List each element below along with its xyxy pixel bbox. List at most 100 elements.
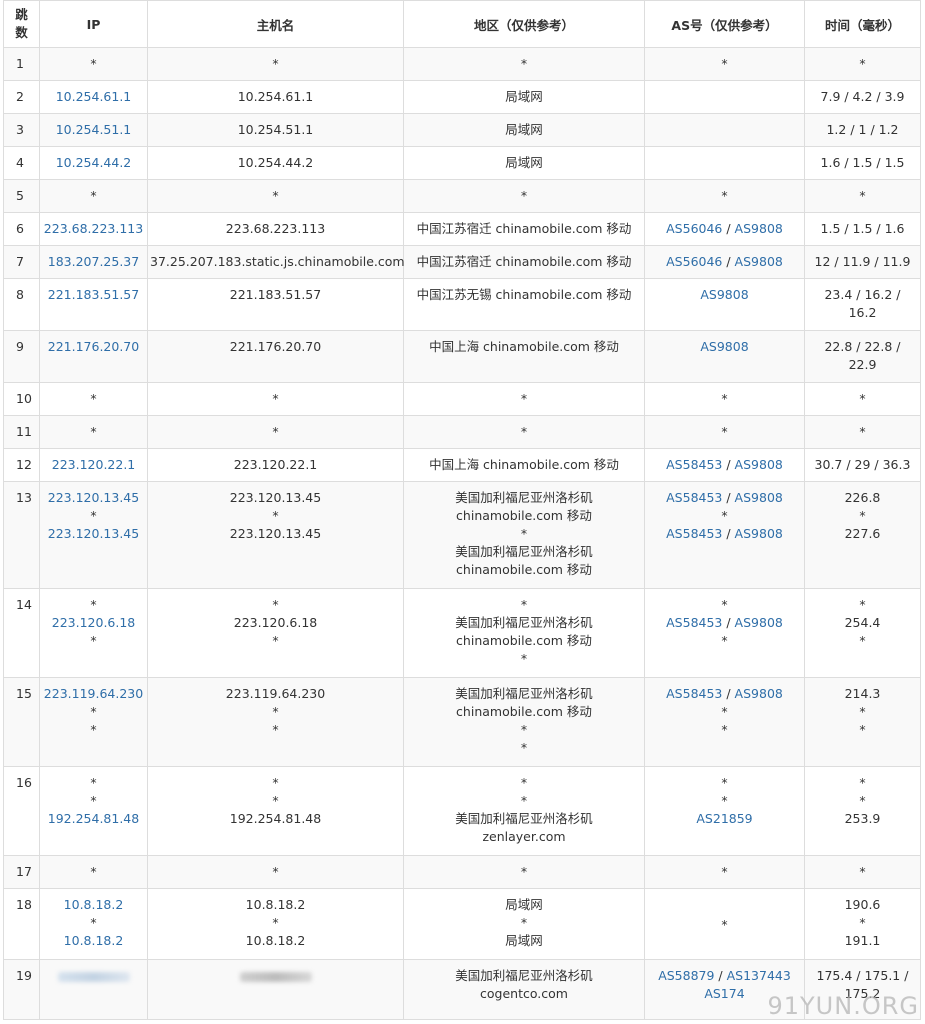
asn-link[interactable]: AS58453 (666, 615, 722, 630)
asn-link[interactable]: AS9808 (735, 526, 783, 541)
ip-star: * (90, 391, 97, 406)
hostname-line: 10.254.61.1 (150, 88, 401, 106)
table-row: 13 223.120.13.45 * 223.120.13.45 223.120.13.… (3, 481, 921, 589)
hop-number: 18 (16, 897, 32, 912)
hostname-text: * (272, 864, 279, 879)
asn-link[interactable]: AS9808 (700, 339, 748, 354)
ip-line: 221.176.20.70 (42, 338, 145, 356)
ip-star: * (90, 56, 97, 71)
asn-link[interactable]: AS58453 (666, 457, 722, 472)
hostname-text: 223.119.64.230 (225, 686, 326, 701)
asn-link[interactable]: AS56046 (666, 254, 722, 269)
ip-link[interactable]: 10.254.51.1 (56, 122, 132, 137)
ip-cell: 10.254.44.2 (39, 146, 148, 180)
region-text: 中国上海 chinamobile.com 移动 (429, 339, 619, 354)
asn-link[interactable]: AS9808 (735, 221, 783, 236)
ip-link[interactable]: 10.254.44.2 (56, 155, 132, 170)
time-text: * (859, 775, 866, 790)
asn-link[interactable]: AS9808 (700, 287, 748, 302)
ip-link[interactable]: 223.120.13.45 (48, 490, 139, 505)
ip-link[interactable]: 192.254.81.48 (48, 811, 139, 826)
region-cell: 中国上海 chinamobile.com 移动 (403, 330, 645, 383)
region-text: * (520, 740, 528, 755)
asn-line: AS58453 / AS9808 (647, 525, 802, 543)
time-text: 23.4 / 16.2 / (824, 287, 901, 302)
hostname-text: 10.254.61.1 (237, 89, 314, 104)
hop-number: 16 (16, 775, 32, 790)
ip-link[interactable]: 221.176.20.70 (48, 339, 139, 354)
asn-link[interactable]: AS58453 (666, 490, 722, 505)
ip-link[interactable]: 10.8.18.2 (64, 933, 124, 948)
time-text: 12 / 11.9 / 11.9 (814, 254, 911, 269)
traceroute-table: 跳数 IP 主机名 地区（仅供参考） AS号（仅供参考） 时间（毫秒） 1 * * *… (3, 0, 921, 1020)
region-cell: 中国江苏无锡 chinamobile.com 移动 (403, 278, 645, 331)
asn-line: AS9808 (647, 338, 802, 356)
ip-link[interactable]: 223.120.6.18 (52, 615, 136, 630)
hostname-text: * (272, 915, 279, 930)
ip-link[interactable]: 223.119.64.230 (44, 686, 143, 701)
hostname-line: * (150, 596, 401, 614)
ip-cell: * (39, 855, 148, 889)
asn-link[interactable]: AS137443 (727, 968, 791, 983)
ip-link[interactable]: 10.254.61.1 (56, 89, 132, 104)
asn-link[interactable]: AS9808 (735, 615, 783, 630)
hostname-line: 10.254.51.1 (150, 121, 401, 139)
ip-line: 183.207.25.37 (42, 253, 145, 271)
region-line: * (406, 390, 642, 408)
hop-number: 19 (16, 968, 32, 983)
ip-link[interactable]: 223.120.13.45 (48, 526, 139, 541)
hop-number: 2 (16, 89, 24, 104)
ip-link[interactable]: 223.120.22.1 (52, 457, 136, 472)
region-text: 美国加利福尼亚州洛杉矶 (455, 968, 593, 983)
asn-link[interactable]: AS58879 (658, 968, 714, 983)
hostname-line: * (150, 721, 401, 739)
hostname-text: * (272, 56, 279, 71)
asn-link[interactable]: AS9808 (735, 254, 783, 269)
asn-cell: * (644, 47, 805, 81)
ip-line: * (42, 632, 145, 650)
hostname-line: * (150, 792, 401, 810)
asn-link[interactable]: AS9808 (735, 490, 783, 505)
region-cell: 局域网 (403, 80, 645, 114)
ip-star: * (90, 424, 97, 439)
region-cell: * (403, 179, 645, 213)
ip-link[interactable]: 221.183.51.57 (48, 287, 139, 302)
asn-link[interactable]: AS9808 (735, 686, 783, 701)
time-text: * (859, 704, 866, 719)
asn-link[interactable]: AS9808 (735, 457, 783, 472)
hop-number: 15 (16, 686, 32, 701)
region-line: 局域网 (406, 88, 642, 106)
ip-cell: 221.176.20.70 (39, 330, 148, 383)
asn-line: * (647, 721, 802, 739)
hostname-cell: 10.254.44.2 (147, 146, 404, 180)
hostname-cell: 223.119.64.230 * * (147, 677, 404, 767)
asn-link[interactable]: AS58453 (666, 686, 722, 701)
time-line: 227.6 (807, 525, 918, 543)
ip-link[interactable]: 183.207.25.37 (48, 254, 139, 269)
hop-cell: 7 (3, 245, 40, 279)
asn-star: * (721, 916, 728, 932)
region-line: 中国江苏无锡 chinamobile.com 移动 (406, 286, 642, 304)
region-line: 美国加利福尼亚州洛杉矶 (406, 810, 642, 828)
time-text: 175.4 / 175.1 / (816, 968, 909, 983)
asn-link[interactable]: AS56046 (666, 221, 722, 236)
hostname-text: 223.120.13.45 (229, 526, 322, 541)
ip-link[interactable]: 10.8.18.2 (64, 897, 124, 912)
region-text: 中国上海 chinamobile.com 移动 (429, 457, 619, 472)
hostname-line: * (150, 703, 401, 721)
header-hop: 跳数 (3, 0, 40, 48)
asn-link[interactable]: AS58453 (666, 526, 722, 541)
ip-line: * (42, 792, 145, 810)
ip-line: 10.254.51.1 (42, 121, 145, 139)
asn-line: * (647, 55, 802, 73)
asn-cell: AS56046 / AS9808 (644, 245, 805, 279)
time-line: * (807, 914, 918, 932)
ip-link[interactable]: 223.68.223.113 (44, 221, 143, 236)
asn-link[interactable]: AS21859 (696, 811, 752, 826)
ip-cell (39, 959, 148, 1020)
hop-cell: 9 (3, 330, 40, 383)
asn-line: * (647, 774, 802, 792)
hostname-text: * (272, 188, 279, 203)
asn-line: AS9808 (647, 286, 802, 304)
asn-link[interactable]: AS174 (704, 986, 744, 1001)
